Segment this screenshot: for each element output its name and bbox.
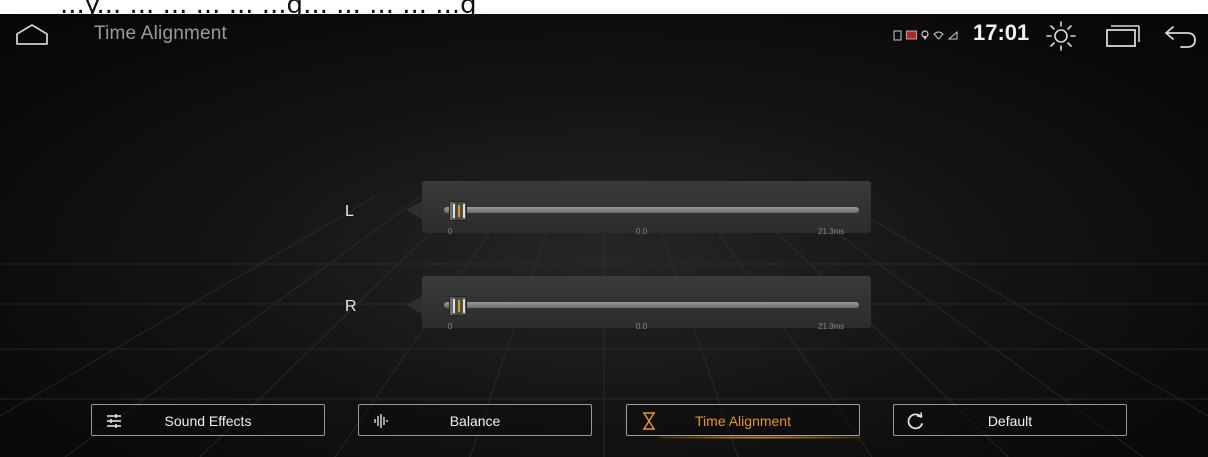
status-icons bbox=[893, 28, 958, 42]
thumb-marker bbox=[458, 300, 460, 312]
thumb-grip bbox=[463, 299, 465, 313]
delay-slider-left-track[interactable] bbox=[444, 207, 859, 213]
tab-label: Time Alignment bbox=[695, 413, 791, 429]
delay-slider-right-thumb[interactable] bbox=[449, 296, 467, 316]
channel-label-right: R bbox=[345, 298, 357, 315]
delay-slider-left-thumb[interactable] bbox=[449, 201, 467, 221]
tab-label: Sound Effects bbox=[164, 413, 252, 429]
caption-text: ...y... ... ... ... ... ...g... ... ... … bbox=[60, 0, 477, 14]
tab-default[interactable]: Default bbox=[893, 404, 1127, 436]
wifi-icon bbox=[933, 31, 944, 40]
location-icon bbox=[921, 29, 929, 40]
screen: Time Alignment 17:01 L 0 0.0 21.3ms R 0 … bbox=[0, 14, 1208, 457]
notification-icon bbox=[906, 30, 917, 40]
scale-max-left: 21.3ms bbox=[818, 227, 845, 236]
slider-panel-left: 0 0.0 21.3ms bbox=[406, 181, 871, 236]
thumb-grip bbox=[463, 204, 465, 218]
channel-label-left: L bbox=[345, 203, 354, 220]
clock: 17:01 bbox=[973, 20, 1030, 45]
caption-strip: ...y... ... ... ... ... ...g... ... ... … bbox=[0, 0, 1208, 14]
scale-max-right: 21.3ms bbox=[818, 322, 845, 331]
scale-value-left: 0.0 bbox=[636, 227, 648, 236]
delay-slider-right-track[interactable] bbox=[444, 302, 859, 308]
tab-label: Default bbox=[987, 413, 1033, 429]
tab-label: Balance bbox=[449, 413, 501, 429]
floor-grid bbox=[0, 193, 1208, 457]
signal-icon bbox=[948, 30, 958, 39]
tab-time-alignment[interactable]: Time Alignment bbox=[626, 404, 860, 436]
active-tab-glow bbox=[660, 436, 860, 439]
brightness-icon[interactable] bbox=[1045, 20, 1077, 52]
status-bar: Time Alignment 17:01 bbox=[0, 14, 1208, 58]
back-icon[interactable] bbox=[1163, 23, 1197, 49]
scale-min-right: 0 bbox=[448, 322, 453, 331]
slider-panel-right: 0 0.0 21.3ms bbox=[406, 276, 871, 331]
thumb-marker bbox=[458, 205, 460, 217]
scale-min-left: 0 bbox=[448, 227, 453, 236]
sd-card-icon bbox=[893, 30, 902, 40]
page-title: Time Alignment bbox=[94, 23, 228, 44]
tab-sound-effects[interactable]: Sound Effects bbox=[91, 404, 325, 436]
home-icon[interactable] bbox=[14, 22, 50, 48]
thumb-grip bbox=[453, 204, 455, 218]
scale-value-right: 0.0 bbox=[636, 322, 648, 331]
tab-balance[interactable]: Balance bbox=[358, 404, 592, 436]
thumb-grip bbox=[453, 299, 455, 313]
recent-apps-icon[interactable] bbox=[1105, 24, 1141, 48]
